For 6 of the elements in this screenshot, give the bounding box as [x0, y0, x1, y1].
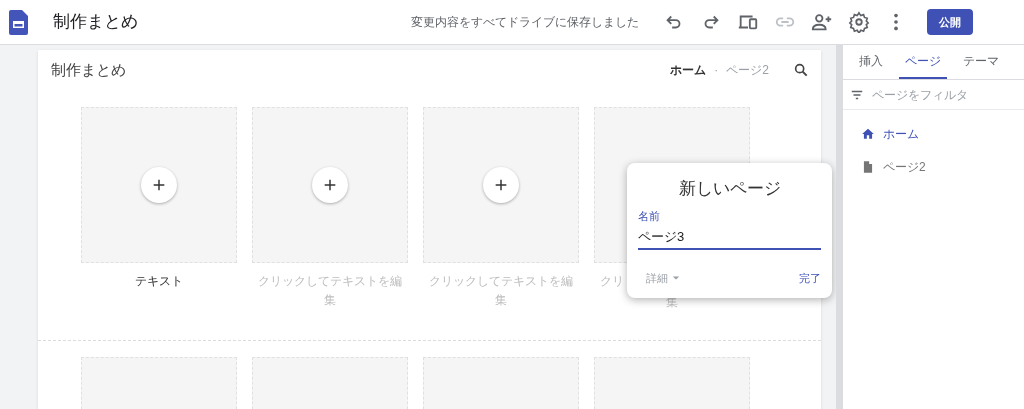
field-label: 名前 [638, 208, 661, 224]
document-title: 制作まとめ [53, 11, 138, 34]
dialog-title: 新しいページ [677, 178, 782, 200]
save-status: 変更内容をすべてドライブに保存しました [411, 14, 639, 31]
site-title: 制作まとめ [51, 59, 126, 80]
separator-dot: · [714, 62, 719, 79]
